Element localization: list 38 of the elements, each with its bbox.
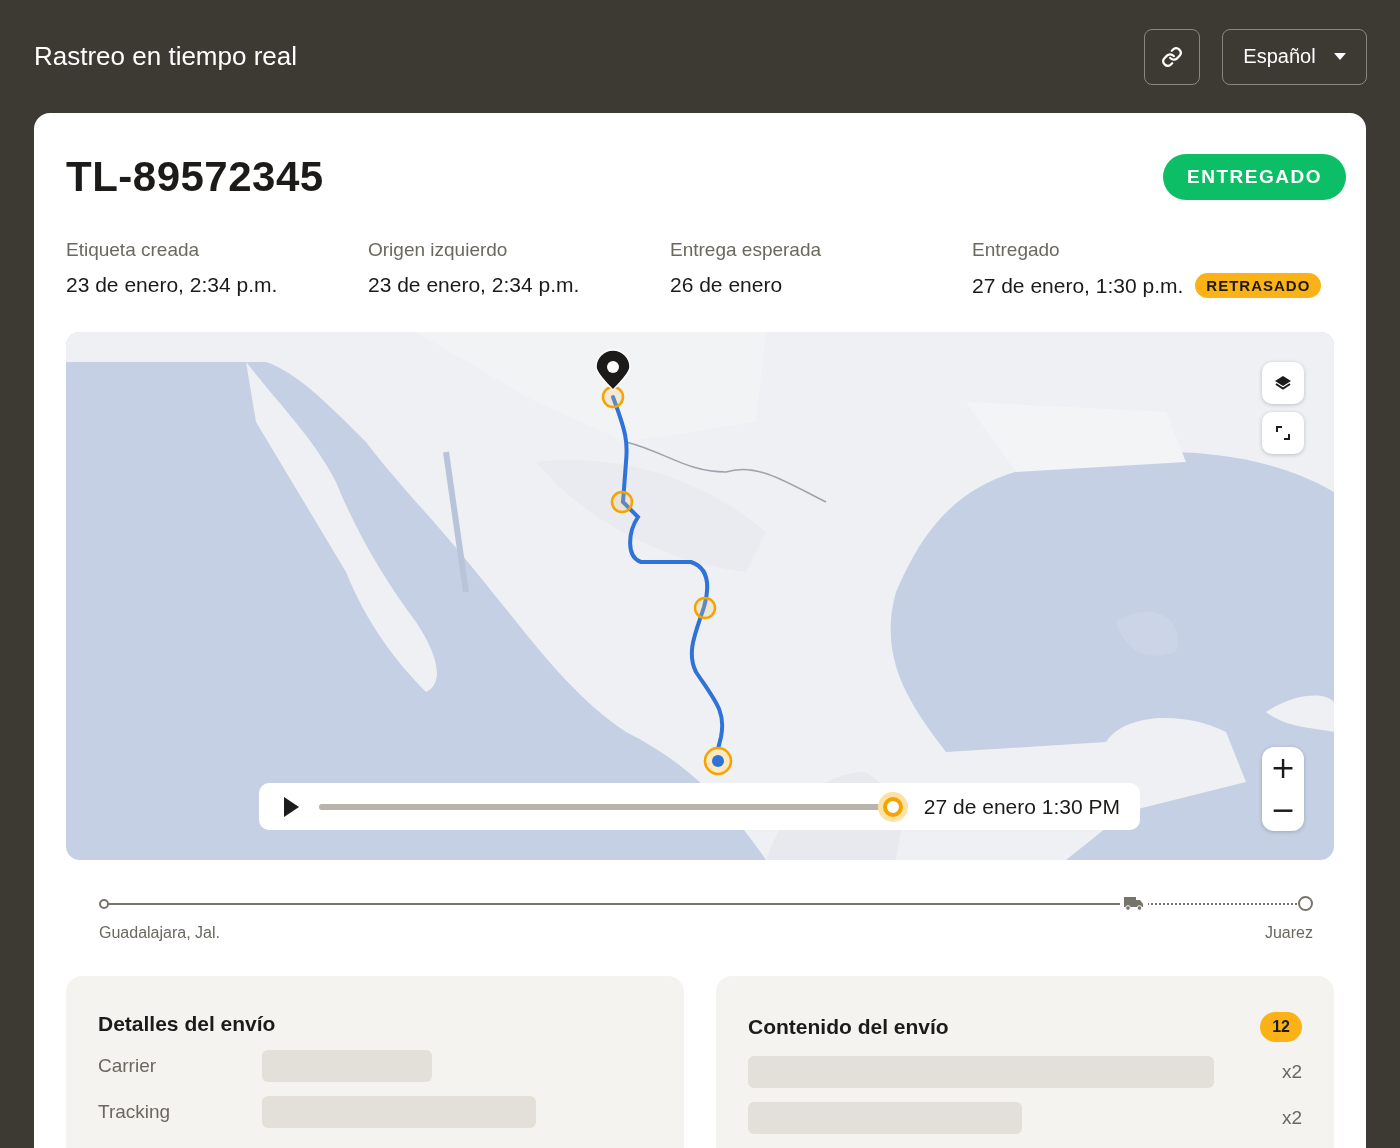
detail-label: Carrier xyxy=(98,1055,158,1077)
caret-icon xyxy=(1333,53,1346,60)
destination-label: Juarez xyxy=(1264,924,1313,942)
link-icon[interactable] xyxy=(1144,28,1200,85)
item-quantity: x2 xyxy=(1281,1061,1302,1083)
zoom-in-button[interactable]: + xyxy=(1262,747,1304,789)
milestone-label: Origen izquierdo xyxy=(368,239,509,261)
milestone-date: 26 de enero xyxy=(670,273,783,297)
detail-label: Tracking xyxy=(98,1101,172,1123)
milestone-label: Etiqueta creada xyxy=(66,239,201,261)
language-dropdown[interactable]: Español xyxy=(1222,28,1367,85)
slider-thumb[interactable] xyxy=(877,791,908,822)
playback-time: 27 de enero 1:30 PM xyxy=(923,794,1120,819)
panel-title: Detalles del envío xyxy=(98,1012,276,1036)
tracking-number: TL-89572345 xyxy=(66,153,324,201)
stop-marker[interactable] xyxy=(601,385,625,409)
status-badge: ENTREGADO xyxy=(1163,154,1346,200)
destination-marker[interactable] xyxy=(703,746,733,776)
destination-dot xyxy=(1298,896,1313,911)
delayed-badge: RETRASADO xyxy=(1195,273,1322,298)
panel-title: Contenido del envío xyxy=(748,1015,949,1039)
count-badge: 12 xyxy=(1260,1012,1302,1042)
fullscreen-icon[interactable] xyxy=(1262,412,1304,454)
item-quantity: x2 xyxy=(1281,1107,1302,1129)
milestone-date: 23 de enero, 2:34 p.m. xyxy=(368,273,580,297)
stop-marker[interactable] xyxy=(693,596,717,620)
milestone-date: 27 de enero, 1:30 p.m. xyxy=(972,273,1184,298)
page-title: Rastreo en tiempo real xyxy=(34,41,299,72)
stop-marker[interactable] xyxy=(610,490,634,514)
origin-dot xyxy=(99,899,109,909)
milestone-label: Entrega esperada xyxy=(670,239,823,261)
playback-slider[interactable] xyxy=(319,791,908,822)
layers-icon[interactable] xyxy=(1262,362,1304,404)
milestone-label: Entregado xyxy=(972,239,1061,261)
milestone-date: 23 de enero, 2:34 p.m. xyxy=(66,273,278,297)
origin-label: Guadalajara, Jal. xyxy=(99,924,220,942)
location-pin-icon[interactable] xyxy=(595,349,631,391)
zoom-out-button[interactable]: − xyxy=(1262,789,1304,831)
